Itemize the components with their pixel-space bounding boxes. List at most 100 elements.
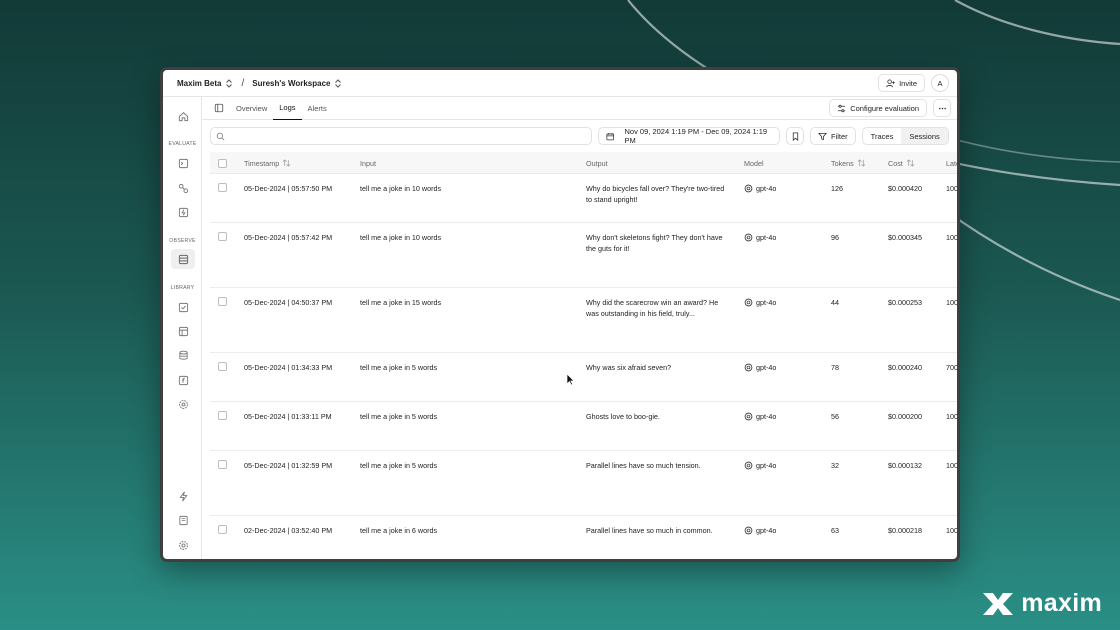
sidebar-item-settings[interactable] <box>171 535 195 555</box>
view-toggle: Traces Sessions <box>861 127 949 145</box>
traces-toggle[interactable]: Traces <box>863 128 902 144</box>
sessions-toggle[interactable]: Sessions <box>901 128 948 144</box>
sidebar-item-table[interactable] <box>171 321 195 341</box>
cell-latency: 100 <box>946 412 957 421</box>
sort-icon <box>282 159 291 167</box>
tab-overview[interactable]: Overview <box>230 97 273 120</box>
row-checkbox[interactable] <box>218 362 227 371</box>
search-box <box>210 127 592 145</box>
bookmark-button[interactable] <box>786 127 804 145</box>
search-input[interactable] <box>229 131 591 141</box>
cell-timestamp: 05-Dec-2024 | 01:32:59 PM <box>244 461 333 470</box>
sliders-icon <box>838 104 846 112</box>
sidebar-item-bolt[interactable] <box>171 486 195 506</box>
cell-model: gpt-4o <box>744 297 776 308</box>
cell-timestamp: 05-Dec-2024 | 05:57:42 PM <box>244 233 333 242</box>
configure-evaluation-label: Configure evaluation <box>850 103 919 113</box>
cell-model: gpt-4o <box>744 525 776 536</box>
openai-icon <box>744 526 753 535</box>
column-tokens-label: Tokens <box>831 158 854 168</box>
column-tokens[interactable]: Tokens <box>831 152 866 174</box>
sidebar-item-zap-box[interactable] <box>171 202 195 222</box>
cell-latency: 700 <box>946 363 957 372</box>
row-checkbox[interactable] <box>218 297 227 306</box>
column-timestamp[interactable]: Timestamp <box>244 152 291 174</box>
cell-latency: 100 <box>946 298 957 307</box>
table-row[interactable]: 05-Dec-2024 | 05:57:42 PM tell me a joke… <box>210 223 957 288</box>
table-row[interactable]: 05-Dec-2024 | 01:34:33 PM tell me a joke… <box>210 353 957 402</box>
filter-button[interactable]: Filter <box>810 127 856 145</box>
row-checkbox[interactable] <box>218 183 227 192</box>
openai-icon <box>744 461 753 470</box>
column-output: Output <box>586 158 608 168</box>
tab-logs[interactable]: Logs <box>273 97 302 120</box>
chevron-up-down-icon <box>335 78 342 88</box>
cell-timestamp: 05-Dec-2024 | 01:33:11 PM <box>244 412 332 421</box>
openai-icon <box>744 184 753 193</box>
org-switcher[interactable]: Maxim Beta <box>177 79 233 88</box>
cell-tokens: 78 <box>831 363 839 372</box>
invite-label: Invite <box>899 78 917 88</box>
model-name: gpt-4o <box>756 184 777 193</box>
toolbar: Nov 09, 2024 1:19 PM - Dec 09, 2024 1:19… <box>210 127 951 145</box>
row-checkbox[interactable] <box>218 411 227 420</box>
configure-evaluation-button[interactable]: Configure evaluation <box>829 99 927 117</box>
column-cost[interactable]: Cost <box>888 152 915 174</box>
sidebar-item-checklist[interactable] <box>171 297 195 317</box>
cell-output: Ghosts love to boo-gie. <box>586 412 660 421</box>
row-checkbox[interactable] <box>218 525 227 534</box>
filter-icon <box>818 132 827 140</box>
column-model: Model <box>744 158 764 168</box>
cell-model: gpt-4o <box>744 460 776 471</box>
cell-input: tell me a joke in 10 words <box>360 184 442 193</box>
sidebar-section-observe: OBSERVE <box>169 238 196 244</box>
date-range-picker[interactable]: Nov 09, 2024 1:19 PM - Dec 09, 2024 1:19… <box>598 127 780 145</box>
cell-output: Why do bicycles fall over? They're two-t… <box>586 184 725 204</box>
sidebar: EVALUATE OBSERVE LIBRARY <box>163 97 202 559</box>
sidebar-item-book[interactable] <box>171 510 195 530</box>
table-row[interactable]: 05-Dec-2024 | 01:32:59 PM tell me a joke… <box>210 451 957 516</box>
sidebar-item-gear-cog[interactable] <box>171 394 195 414</box>
more-horizontal-icon <box>938 107 946 109</box>
logs-icon <box>178 254 188 264</box>
cell-input: tell me a joke in 6 words <box>360 526 438 535</box>
cell-output: Why did the scarecrow win an award? He w… <box>586 298 719 318</box>
sidebar-item-logs[interactable] <box>171 249 195 269</box>
cell-output: Parallel lines have so much in common. <box>586 526 713 535</box>
cell-tokens: 126 <box>831 184 843 193</box>
table-row[interactable]: 05-Dec-2024 | 01:33:11 PM tell me a joke… <box>210 402 957 451</box>
row-checkbox[interactable] <box>218 460 227 469</box>
avatar[interactable]: A <box>931 74 949 92</box>
sidebar-item-terminal[interactable] <box>171 153 195 173</box>
cell-timestamp: 05-Dec-2024 | 01:34:33 PM <box>244 363 333 372</box>
select-all-checkbox[interactable] <box>218 158 227 168</box>
row-checkbox[interactable] <box>218 232 227 241</box>
cell-output: Why was six afraid seven? <box>586 363 672 372</box>
sidebar-item-function[interactable] <box>171 370 195 390</box>
bolt-icon <box>178 491 188 501</box>
checklist-icon <box>178 302 188 312</box>
settings-icon <box>178 540 188 550</box>
cell-model: gpt-4o <box>744 411 776 422</box>
chevron-up-down-icon <box>226 78 233 88</box>
table-row[interactable]: 05-Dec-2024 | 04:50:37 PM tell me a joke… <box>210 288 957 353</box>
table-row[interactable]: 02-Dec-2024 | 03:52:40 PM tell me a joke… <box>210 516 957 559</box>
panel-toggle-button[interactable] <box>208 97 230 120</box>
sidebar-item-home[interactable] <box>171 106 195 126</box>
sort-icon <box>857 159 866 167</box>
cell-cost: $0.000420 <box>888 184 922 193</box>
breadcrumb-separator: / <box>241 77 245 89</box>
mouse-cursor-icon <box>566 373 575 386</box>
table-row[interactable]: 05-Dec-2024 | 05:57:50 PM tell me a joke… <box>210 174 957 223</box>
sidebar-item-workflow[interactable] <box>171 178 195 198</box>
cell-input: tell me a joke in 10 words <box>360 233 442 242</box>
openai-icon <box>744 233 753 242</box>
invite-button[interactable]: Invite <box>878 74 925 92</box>
sidebar-item-database[interactable] <box>171 345 195 365</box>
workspace-switcher[interactable]: Suresh's Workspace <box>252 79 342 88</box>
table-header: Timestamp Input Output Model Tokens Cost… <box>210 152 957 174</box>
more-options-button[interactable] <box>933 99 951 117</box>
column-cost-label: Cost <box>888 158 903 168</box>
logs-table: Timestamp Input Output Model Tokens Cost… <box>210 152 957 559</box>
tab-alerts[interactable]: Alerts <box>302 97 333 120</box>
